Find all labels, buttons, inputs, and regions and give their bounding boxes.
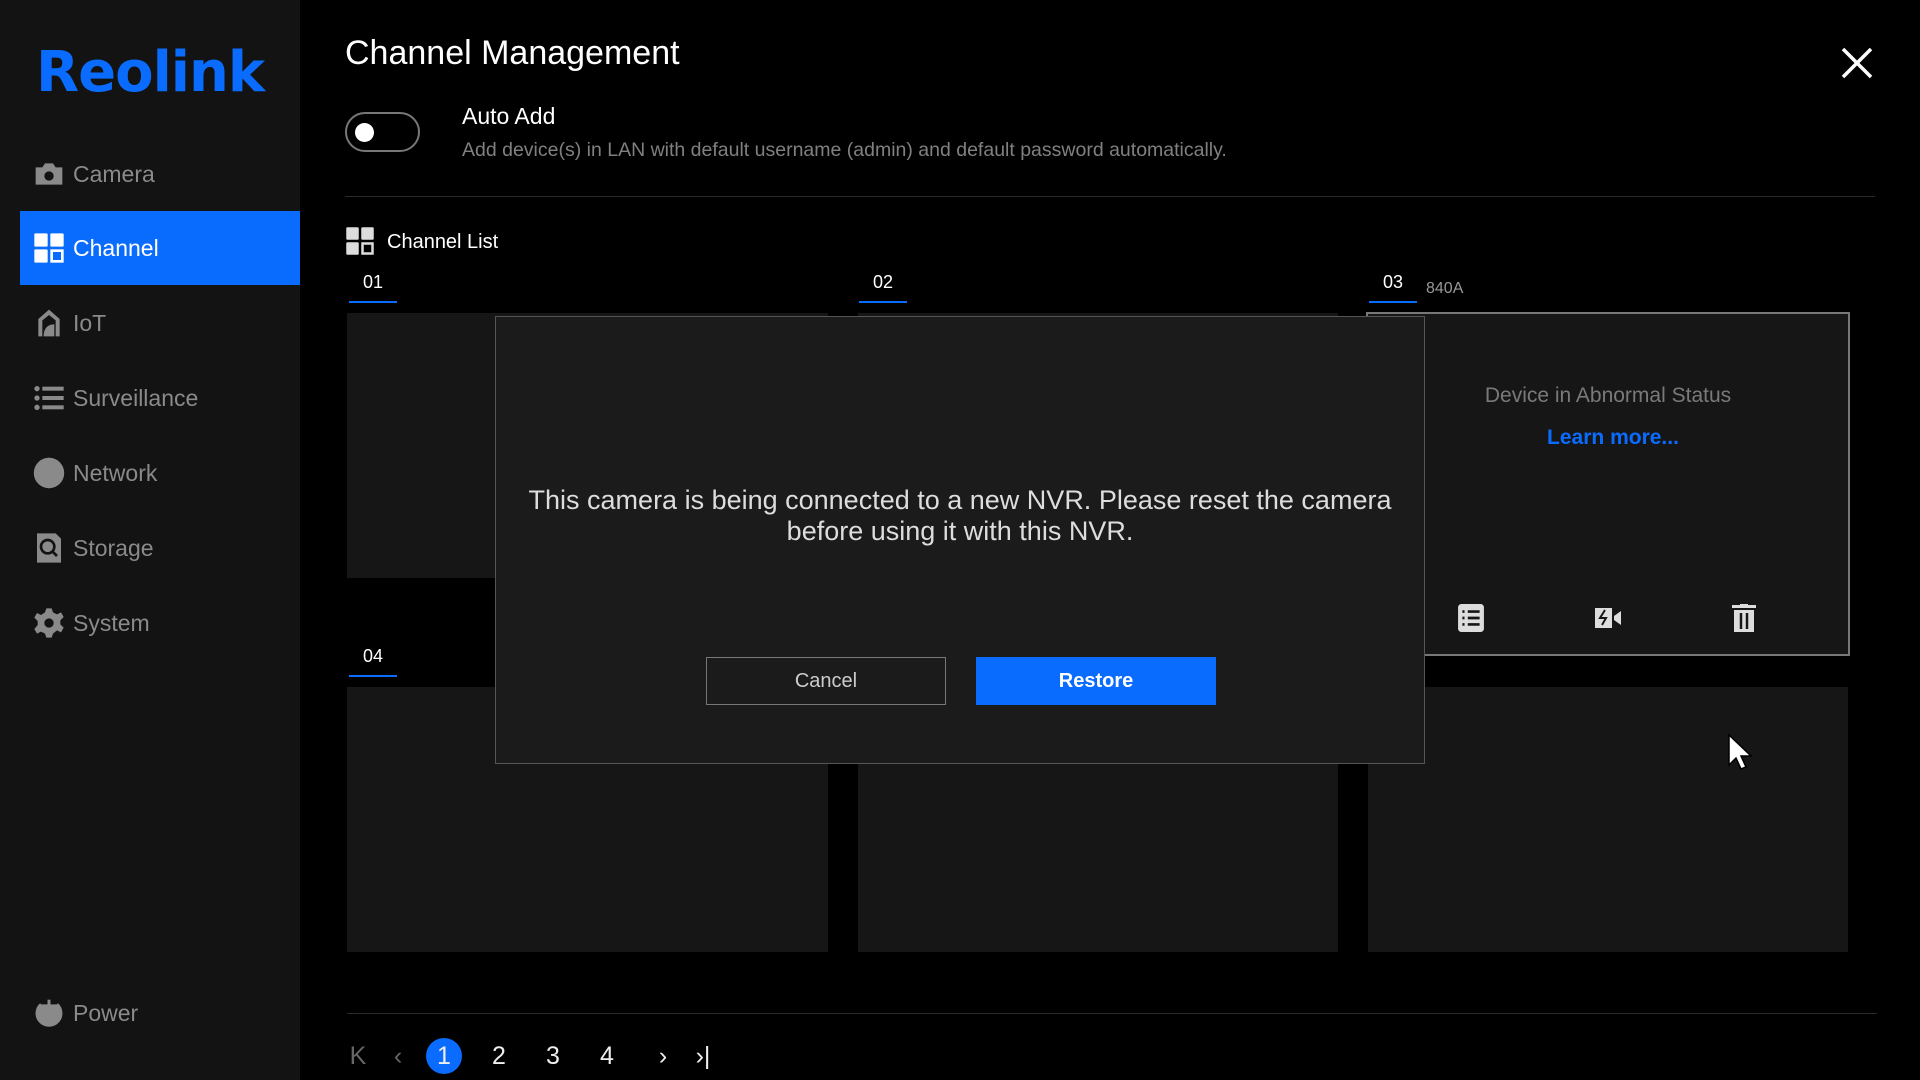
auto-add-toggle[interactable] <box>345 112 420 152</box>
channel-tab-02[interactable]: 02 <box>859 272 907 303</box>
power-icon <box>35 999 63 1027</box>
sidebar-item-label: Network <box>73 459 158 486</box>
auto-add-description: Add device(s) in LAN with default userna… <box>462 139 1227 161</box>
delete-icon[interactable] <box>1732 604 1756 632</box>
sidebar-item-label: Storage <box>73 534 154 561</box>
divider <box>347 1013 1877 1014</box>
sidebar-item-iot[interactable]: IoT <box>20 286 300 360</box>
details-icon[interactable] <box>1458 604 1484 632</box>
learn-more-link[interactable]: Learn more... <box>1368 426 1848 450</box>
channel-list-label: Channel List <box>387 231 499 253</box>
sidebar-item-label: Surveillance <box>73 384 199 411</box>
auto-add-label: Auto Add <box>462 103 556 129</box>
divider <box>345 196 1875 197</box>
channel-name: 840A <box>1426 280 1464 297</box>
abnormal-status-text: Device in Abnormal Status <box>1484 384 1732 407</box>
page-2[interactable]: 2 <box>481 1038 517 1074</box>
channel-cell-06[interactable] <box>1368 687 1848 952</box>
power-label: Power <box>73 999 139 1026</box>
page-3[interactable]: 3 <box>535 1038 571 1074</box>
page-1[interactable]: 1 <box>426 1038 462 1074</box>
sidebar: Reolink Camera Channel IoT Surveillance … <box>0 0 300 1080</box>
page-title: Channel Management <box>345 34 680 72</box>
storage-icon <box>37 533 61 563</box>
sidebar-item-surveillance[interactable]: Surveillance <box>20 361 300 435</box>
channel-cell-03[interactable]: Device in Abnormal Status Learn more... <box>1366 312 1850 656</box>
sidebar-item-label: IoT <box>73 309 107 336</box>
dialog-message: This camera is being connected to a new … <box>528 485 1392 546</box>
camera-reconnect-icon[interactable] <box>1594 604 1622 630</box>
channel-tab-01[interactable]: 01 <box>349 272 397 303</box>
home-icon <box>38 309 60 337</box>
next-page-button[interactable]: › <box>645 1038 681 1074</box>
close-icon[interactable] <box>1838 44 1876 82</box>
prev-page-button[interactable]: ‹ <box>380 1038 416 1074</box>
channel-tab-03[interactable]: 03 <box>1369 272 1417 303</box>
mouse-cursor-icon <box>1728 733 1753 770</box>
sidebar-item-storage[interactable]: Storage <box>20 511 300 585</box>
cancel-button[interactable]: Cancel <box>706 657 946 705</box>
sidebar-item-label: System <box>73 609 150 636</box>
first-page-button[interactable]: K <box>340 1038 376 1074</box>
sidebar-item-network[interactable]: Network <box>20 436 300 510</box>
gear-icon <box>34 608 64 638</box>
sidebar-item-channel[interactable]: Channel <box>20 211 300 285</box>
channel-tab-04[interactable]: 04 <box>349 646 397 677</box>
sidebar-item-label: Camera <box>73 160 155 187</box>
grid-icon <box>34 233 64 263</box>
list-icon <box>34 386 64 410</box>
reolink-logo: Reolink <box>36 40 265 105</box>
last-page-button[interactable]: ›| <box>685 1038 721 1074</box>
grid-icon <box>346 227 374 255</box>
sidebar-item-camera[interactable]: Camera <box>20 137 300 211</box>
reset-camera-dialog: This camera is being connected to a new … <box>495 316 1425 764</box>
sidebar-item-label: Channel <box>73 234 159 261</box>
sidebar-item-system[interactable]: System <box>20 586 300 660</box>
globe-icon <box>33 457 65 489</box>
camera-icon <box>35 163 63 185</box>
power-button[interactable]: Power <box>20 976 300 1050</box>
restore-button[interactable]: Restore <box>976 657 1216 705</box>
page-4[interactable]: 4 <box>589 1038 625 1074</box>
